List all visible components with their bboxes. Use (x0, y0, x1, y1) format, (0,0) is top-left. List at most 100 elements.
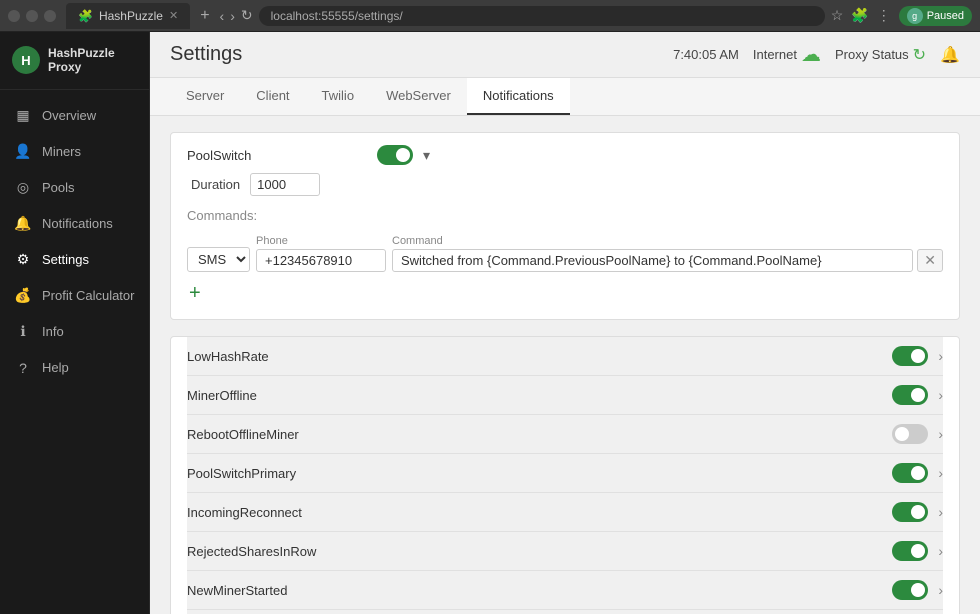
menu-btn[interactable]: ⋮ (877, 7, 891, 24)
duration-row: Duration (191, 173, 943, 196)
notif-right-low-hash-rate: › (892, 346, 943, 366)
settings-tabs: Server Client Twilio WebServer Notificat… (150, 78, 980, 116)
cloud-icon: ☁ (801, 42, 821, 67)
notif-right-incoming-reconnect: › (892, 502, 943, 522)
slider-reboot-offline-miner (892, 424, 928, 444)
poolswitch-toggle[interactable] (377, 145, 413, 165)
forward-btn[interactable]: › (230, 8, 235, 24)
tab-notifications[interactable]: Notifications (467, 78, 570, 115)
add-row: + (187, 280, 943, 307)
time-display: 7:40:05 AM (673, 47, 739, 62)
notification-item-incoming-reconnect: IncomingReconnect › (187, 493, 943, 532)
sidebar-item-pools[interactable]: ◎ Pools (0, 170, 149, 206)
sidebar-logo: H HashPuzzle Proxy (0, 32, 149, 90)
toggle-rejected-shares-in-row[interactable] (892, 541, 928, 561)
proxy-status: Proxy Status ↻ (835, 45, 926, 65)
poolswitch-header: PoolSwitch ▾ (187, 145, 943, 165)
extensions-btn[interactable]: 🧩 (851, 7, 868, 24)
bookmark-btn[interactable]: ☆ (831, 7, 844, 24)
poolswitch-section: PoolSwitch ▾ Duration Commands: (170, 132, 960, 320)
tab-twilio[interactable]: Twilio (306, 78, 371, 115)
phone-input[interactable] (256, 249, 386, 272)
sidebar-item-notifications[interactable]: 🔔 Notifications (0, 206, 149, 242)
tab-client[interactable]: Client (240, 78, 305, 115)
back-btn[interactable]: ‹ (220, 8, 225, 24)
chevron-reboot-offline-miner[interactable]: › (938, 426, 943, 442)
sidebar-item-profit[interactable]: 💰 Profit Calculator (0, 278, 149, 314)
slider-pool-switch-primary (892, 463, 928, 483)
url-text: localhost:55555/settings/ (271, 9, 403, 23)
browser-min-btn[interactable] (26, 10, 38, 22)
sidebar-item-overview-label: Overview (42, 108, 96, 123)
sidebar-item-overview[interactable]: ▦ Overview (0, 98, 149, 134)
logo-text: HashPuzzle Proxy (48, 46, 137, 75)
notification-item-reestablished-connection: ReestablishedConnection › (187, 610, 943, 614)
tab-server[interactable]: Server (170, 78, 240, 115)
notif-right-new-miner-started: › (892, 580, 943, 600)
duration-input[interactable] (250, 173, 320, 196)
sidebar-item-notifications-label: Notifications (42, 216, 113, 231)
toggle-reboot-offline-miner[interactable] (892, 424, 928, 444)
page-title: Settings (170, 43, 242, 66)
reload-btn[interactable]: ↻ (241, 7, 253, 24)
chevron-new-miner-started[interactable]: › (938, 582, 943, 598)
sms-inputs-row: SMS Phone Command ✕ (187, 233, 943, 272)
tab-close-btn[interactable]: ✕ (169, 9, 178, 22)
command-header: Command (392, 235, 943, 247)
notification-item-reboot-offline-miner: RebootOfflineMiner › (187, 415, 943, 454)
toggle-pool-switch-primary[interactable] (892, 463, 928, 483)
toggle-low-hash-rate[interactable] (892, 346, 928, 366)
internet-label: Internet (753, 47, 797, 62)
chevron-miner-offline[interactable]: › (938, 387, 943, 403)
browser-tab[interactable]: 🧩 HashPuzzle ✕ (66, 3, 190, 29)
miners-icon: 👤 (14, 143, 32, 161)
sms-type-select[interactable]: SMS (187, 247, 250, 272)
notif-label-low-hash-rate: LowHashRate (187, 349, 367, 364)
pools-icon: ◎ (14, 179, 32, 197)
chevron-pool-switch-primary[interactable]: › (938, 465, 943, 481)
chevron-low-hash-rate[interactable]: › (938, 348, 943, 364)
address-bar[interactable]: localhost:55555/settings/ (259, 6, 825, 26)
slider-rejected-shares-in-row (892, 541, 928, 561)
paused-badge: g Paused (899, 6, 972, 26)
sidebar-item-help-label: Help (42, 360, 69, 375)
profit-icon: 💰 (14, 287, 32, 305)
browser-close-btn[interactable] (8, 10, 20, 22)
sidebar-item-help[interactable]: ? Help (0, 350, 149, 386)
notif-label-miner-offline: MinerOffline (187, 388, 367, 403)
sidebar-item-settings-label: Settings (42, 252, 89, 267)
phone-header: Phone (256, 235, 386, 247)
add-sms-btn[interactable]: + (187, 280, 203, 307)
sms-type-header (187, 233, 250, 245)
sms-select-wrap: SMS (187, 233, 250, 272)
notification-item-rejected-shares-in-row: RejectedSharesInRow › (187, 532, 943, 571)
info-icon: ℹ (14, 323, 32, 341)
paused-avatar: g (907, 8, 923, 24)
bell-icon[interactable]: 🔔 (940, 45, 960, 65)
delete-sms-btn[interactable]: ✕ (917, 249, 943, 272)
proxy-refresh-icon[interactable]: ↻ (913, 45, 926, 65)
sidebar-nav: ▦ Overview 👤 Miners ◎ Pools 🔔 Notificati… (0, 90, 149, 394)
notif-right-miner-offline: › (892, 385, 943, 405)
notif-right-reboot-offline-miner: › (892, 424, 943, 444)
topbar: Settings 7:40:05 AM Internet ☁ Proxy Sta… (150, 32, 980, 78)
proxy-status-label: Proxy Status (835, 47, 909, 62)
sidebar-item-settings[interactable]: ⚙ Settings (0, 242, 149, 278)
sidebar: H HashPuzzle Proxy ▦ Overview 👤 Miners ◎… (0, 32, 150, 614)
notification-item-low-hash-rate: LowHashRate › (187, 337, 943, 376)
toggle-new-miner-started[interactable] (892, 580, 928, 600)
chevron-rejected-shares-in-row[interactable]: › (938, 543, 943, 559)
sidebar-item-info-label: Info (42, 324, 64, 339)
command-input[interactable] (392, 249, 913, 272)
poolswitch-expand-btn[interactable]: ▾ (423, 147, 430, 164)
browser-chrome: 🧩 HashPuzzle ✕ + ‹ › ↻ localhost:55555/s… (0, 0, 980, 32)
new-tab-btn[interactable]: + (196, 7, 213, 25)
tab-webserver[interactable]: WebServer (370, 78, 467, 115)
toggle-miner-offline[interactable] (892, 385, 928, 405)
browser-max-btn[interactable] (44, 10, 56, 22)
chevron-incoming-reconnect[interactable]: › (938, 504, 943, 520)
sidebar-item-info[interactable]: ℹ Info (0, 314, 149, 350)
sidebar-item-miners[interactable]: 👤 Miners (0, 134, 149, 170)
toggle-incoming-reconnect[interactable] (892, 502, 928, 522)
logo-icon: H (12, 46, 40, 74)
